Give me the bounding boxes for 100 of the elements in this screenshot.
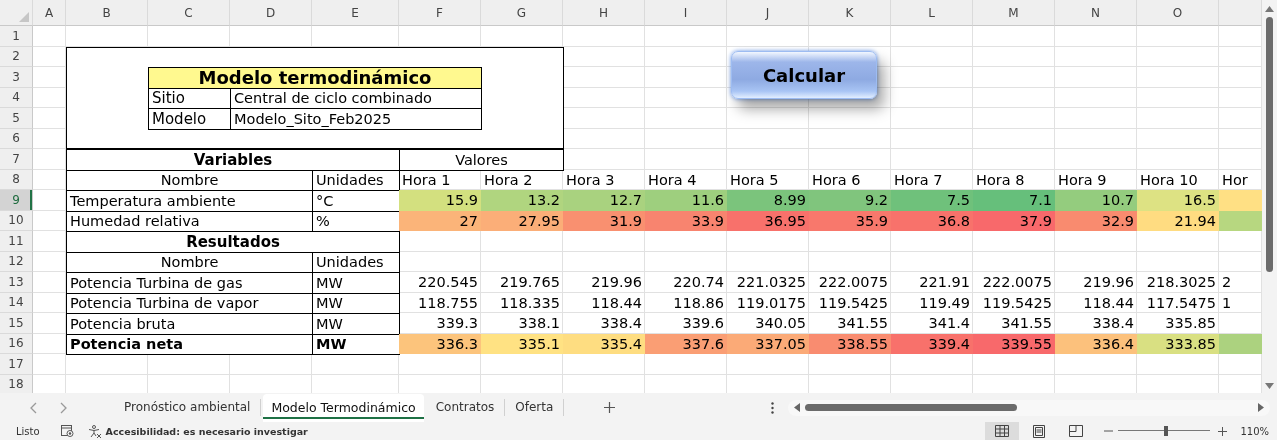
macro-record-icon[interactable]: [60, 425, 74, 437]
table-cell: MW: [312, 333, 400, 355]
column-header[interactable]: G: [481, 0, 563, 26]
section-heading: Resultados: [66, 231, 400, 253]
column-header[interactable]: N: [1055, 0, 1137, 26]
table-cell: 12.7: [563, 190, 645, 211]
table-cell: Humedad relativa: [66, 210, 313, 232]
row-header[interactable]: 12: [0, 251, 33, 272]
column-heading: Hora 9: [1057, 170, 1108, 190]
row-header[interactable]: 1: [0, 26, 33, 47]
zoom-in-icon[interactable]: [1218, 426, 1228, 436]
row-header[interactable]: 14: [0, 292, 33, 313]
row-header[interactable]: 8: [0, 169, 33, 190]
sheet-tab[interactable]: Modelo Termodinámico: [263, 393, 424, 422]
table-cell-text: 339.3: [435, 314, 479, 334]
table-cell-text: 218.3025: [1145, 273, 1217, 293]
table-cell: MW: [312, 272, 400, 294]
column-header[interactable]: F: [399, 0, 481, 26]
row-header[interactable]: 2: [0, 46, 33, 67]
table-cell: 335.1: [481, 333, 563, 354]
column-header[interactable]: J: [727, 0, 809, 26]
table-cell: Potencia neta: [66, 333, 313, 355]
horizontal-scrollbar[interactable]: [788, 399, 1271, 416]
column-heading: Hora 2: [483, 170, 534, 190]
sheet-tab[interactable]: Contratos: [425, 399, 506, 416]
table-cell: 37.9: [973, 210, 1055, 231]
sheet-tab[interactable]: Pronóstico ambiental: [114, 399, 262, 416]
table-cell: 35.9: [809, 210, 891, 231]
table-cell-text: 119.49: [918, 293, 971, 313]
column-header[interactable]: H: [563, 0, 645, 26]
table-cell-text: 1: [1221, 293, 1233, 313]
grid-icon: [995, 425, 1010, 437]
more-options-icon[interactable]: [771, 401, 775, 414]
table-title: Modelo termodinámico: [148, 67, 482, 89]
table-cell: MW: [312, 292, 400, 314]
row-header[interactable]: 5: [0, 108, 33, 129]
table-cell-text: 341.55: [836, 314, 889, 334]
column-header[interactable]: A: [33, 0, 66, 26]
row-header[interactable]: 13: [0, 272, 33, 293]
row-header[interactable]: 6: [0, 128, 33, 149]
column-header[interactable]: O: [1137, 0, 1219, 26]
table-cell: 15.9: [399, 190, 481, 211]
row-header[interactable]: 17: [0, 354, 33, 375]
row-header[interactable]: 7: [0, 149, 33, 170]
table-cell-text: 335.85: [1164, 314, 1217, 334]
table-cell: Potencia Turbina de vapor: [66, 292, 313, 314]
row-header[interactable]: 9: [0, 190, 33, 211]
row-header[interactable]: 16: [0, 333, 33, 354]
scroll-down-icon[interactable]: [1265, 383, 1274, 389]
vertical-scrollbar[interactable]: [1262, 0, 1277, 393]
column-header[interactable]: B: [66, 0, 148, 26]
table-cell: 337.6: [645, 333, 727, 354]
column-heading: Nombre: [66, 169, 313, 191]
row-header[interactable]: 4: [0, 87, 33, 108]
table-cell: 338.55: [809, 333, 891, 354]
normal-view-button[interactable]: [985, 422, 1020, 440]
table-cell: %: [312, 210, 400, 232]
column-heading: Hora 1: [401, 170, 452, 190]
table-cell: 336.3: [399, 333, 481, 354]
sheet-tab[interactable]: Oferta: [505, 399, 565, 416]
scroll-thumb[interactable]: [805, 404, 1018, 411]
column-heading: Hora 7: [893, 170, 944, 190]
scroll-thumb[interactable]: [1266, 17, 1273, 272]
column-header[interactable]: M: [973, 0, 1055, 26]
table-cell: 336.4: [1055, 333, 1137, 354]
table-cell-text: 118.44: [1082, 293, 1135, 313]
row-header[interactable]: 3: [0, 67, 33, 88]
column-header[interactable]: D: [230, 0, 312, 26]
zoom-slider[interactable]: [1118, 426, 1211, 436]
table-cell-text: 119.5425: [981, 293, 1053, 313]
scroll-left-icon[interactable]: [794, 403, 801, 412]
next-sheet-icon[interactable]: [60, 401, 67, 414]
column-header[interactable]: K: [809, 0, 891, 26]
zoom-level[interactable]: 110%: [1240, 425, 1269, 437]
table-cell: 36.8: [891, 210, 973, 231]
previous-sheet-icon[interactable]: [30, 401, 37, 414]
calculate-button[interactable]: Calcular: [731, 51, 877, 99]
table-cell: 337.05: [727, 333, 809, 354]
accessibility-icon[interactable]: [87, 424, 102, 438]
column-header[interactable]: I: [645, 0, 727, 26]
column-header[interactable]: E: [312, 0, 399, 26]
accessibility-status[interactable]: Accesibilidad: es necesario investigar: [105, 425, 308, 437]
scroll-up-icon[interactable]: [1265, 6, 1274, 12]
table-cell-text: 221.91: [918, 273, 971, 293]
row-header[interactable]: 10: [0, 210, 33, 231]
table-cell: 27: [399, 210, 481, 231]
scroll-right-icon[interactable]: [1258, 403, 1265, 412]
table-cell-text: 341.4: [927, 314, 971, 334]
column-header[interactable]: L: [891, 0, 973, 26]
page-break-icon: [1069, 425, 1084, 437]
row-header[interactable]: 11: [0, 231, 33, 252]
column-header[interactable]: C: [148, 0, 230, 26]
field-value: Modelo_Sito_Feb2025: [230, 108, 482, 130]
page-icon: [1033, 424, 1046, 438]
table-cell: 8.99: [727, 190, 809, 211]
row-header[interactable]: 15: [0, 313, 33, 334]
add-sheet-icon[interactable]: [604, 402, 616, 413]
table-cell-text: 220.74: [672, 273, 725, 293]
table-cell: 13.2: [481, 190, 563, 211]
table-cell-text: 118.335: [499, 293, 561, 313]
